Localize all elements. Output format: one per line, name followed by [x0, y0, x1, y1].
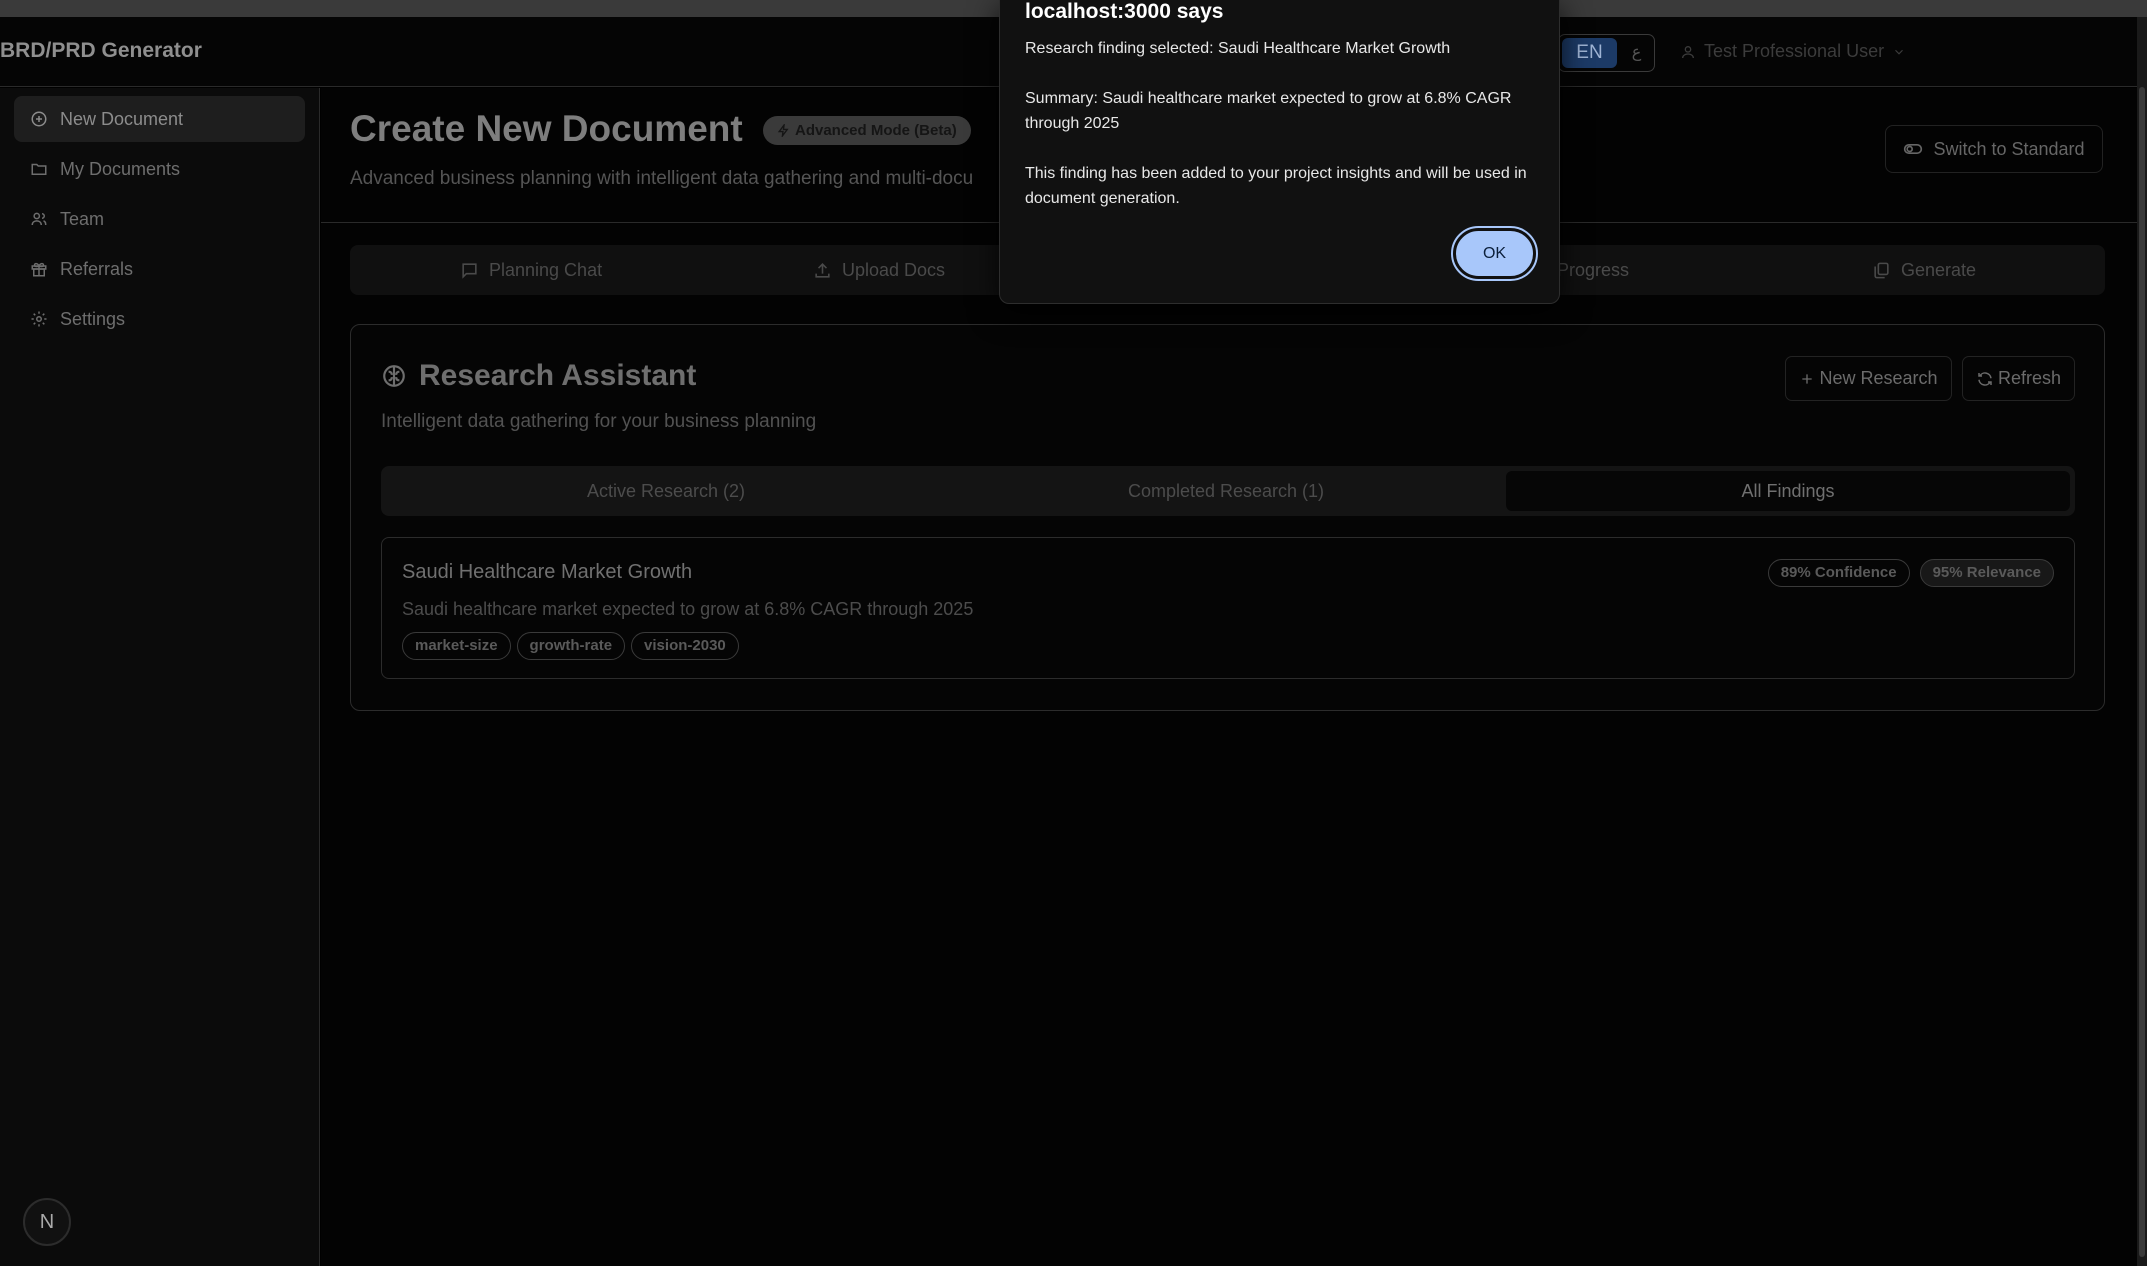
refresh-label: Refresh [1997, 368, 2062, 388]
dialog-title: localhost:3000 says [1025, 0, 1224, 23]
folder-icon [31, 163, 47, 175]
dialog-message-summary: Summary: Saudi healthcare market expecte… [1025, 90, 1512, 132]
switch-to-standard-label: Switch to Standard [1933, 138, 2085, 159]
finding-tags: market-size growth-rate vision-2030 [402, 632, 739, 660]
tab-label: Upload Docs [842, 259, 946, 280]
sidebar-item-label: New Document [60, 108, 184, 129]
tab-generate[interactable]: Generate [1872, 245, 1976, 295]
tab-active-research[interactable]: Active Research (2) [386, 466, 946, 516]
tab-upload-docs[interactable]: Upload Docs [813, 245, 945, 295]
sidebar: New Document My Documents Team Referrals… [0, 88, 320, 1266]
user-menu[interactable]: Test Professional User [1680, 41, 1906, 62]
sidebar-item-label: My Documents [60, 158, 181, 179]
dev-tools-badge[interactable]: N [23, 1198, 71, 1246]
user-icon [1682, 45, 1694, 58]
brain-icon [383, 365, 405, 387]
user-name: Test Professional User [1704, 41, 1885, 61]
sidebar-item-label: Team [60, 208, 105, 229]
plus-icon [1802, 373, 1813, 384]
gift-icon [31, 262, 47, 277]
lightning-icon [777, 124, 789, 137]
new-research-label: New Research [1819, 368, 1938, 388]
finding-summary: Saudi healthcare market expected to grow… [402, 599, 974, 619]
language-toggle[interactable]: EN ع [1558, 34, 1655, 72]
relevance-badge: 95% Relevance [1919, 559, 2054, 587]
sidebar-item-team[interactable]: Team [14, 196, 305, 242]
research-assistant-title: Research Assistant [381, 359, 696, 393]
plus-circle-icon [31, 111, 47, 127]
page-scrollbar[interactable] [2137, 17, 2147, 1266]
advanced-mode-label: Advanced Mode (Beta) [795, 122, 957, 139]
research-assistant-card: Research Assistant Intelligent data gath… [350, 324, 2105, 711]
tab-completed-research[interactable]: Completed Research (1) [946, 466, 1506, 516]
message-square-icon [462, 262, 477, 279]
tab-all-findings[interactable]: All Findings [1506, 471, 2070, 511]
switch-to-standard-button[interactable]: Switch to Standard [1885, 125, 2103, 173]
upload-icon [815, 262, 830, 278]
sidebar-item-label: Referrals [60, 258, 134, 279]
sidebar-item-new-document[interactable]: New Document [14, 96, 305, 142]
sidebar-item-referrals[interactable]: Referrals [14, 246, 305, 292]
advanced-mode-badge: Advanced Mode (Beta) [763, 116, 971, 145]
tag-badge: vision-2030 [631, 632, 739, 660]
dialog-message-line: Research finding selected: Saudi Healthc… [1025, 40, 1451, 57]
sidebar-item-settings[interactable]: Settings [14, 296, 305, 342]
chevron-down-icon [1895, 49, 1903, 55]
sidebar-item-my-documents[interactable]: My Documents [14, 146, 305, 192]
ok-button[interactable]: OK [1451, 226, 1538, 281]
tab-progress[interactable]: Progress [1557, 245, 1629, 295]
confidence-badge: 89% Confidence [1767, 559, 1910, 587]
tab-label: Generate [1901, 259, 1977, 280]
research-assistant-label: Research Assistant [419, 359, 697, 392]
refresh-icon [1978, 371, 1992, 386]
tag-badge: growth-rate [516, 632, 626, 660]
dialog-message-note: This finding has been added to your proj… [1025, 165, 1527, 207]
tab-label: Progress [1557, 259, 1630, 280]
gear-icon [31, 311, 47, 327]
finding-title: Saudi Healthcare Market Growth [402, 561, 693, 583]
brand-title: BRD/PRD Generator [0, 39, 202, 62]
tag-badge: market-size [402, 632, 511, 660]
finding-metrics: 89% Confidence 95% Relevance [1767, 559, 2054, 587]
language-ar-button[interactable]: ع [1624, 38, 1649, 68]
finding-card[interactable]: Saudi Healthcare Market Growth Saudi hea… [381, 537, 2075, 679]
sidebar-item-label: Settings [60, 308, 126, 329]
toggle-icon [1904, 144, 1923, 154]
new-research-button[interactable]: New Research [1785, 356, 1952, 401]
alert-dialog: localhost:3000 says Research finding sel… [999, 0, 1560, 304]
refresh-button[interactable]: Refresh [1962, 356, 2075, 401]
files-icon [1874, 262, 1889, 278]
scrollbar-thumb[interactable] [2139, 87, 2145, 1257]
language-en-button[interactable]: EN [1562, 38, 1617, 68]
tab-planning-chat[interactable]: Planning Chat [460, 245, 602, 295]
tab-label: Planning Chat [489, 259, 603, 280]
page-subtitle: Advanced business planning with intellig… [350, 168, 974, 189]
page-title: Create New Document [350, 108, 743, 149]
research-assistant-subtitle: Intelligent data gathering for your busi… [381, 411, 817, 432]
research-segment-tabs: Active Research (2) Completed Research (… [381, 466, 2075, 516]
users-icon [31, 212, 47, 226]
